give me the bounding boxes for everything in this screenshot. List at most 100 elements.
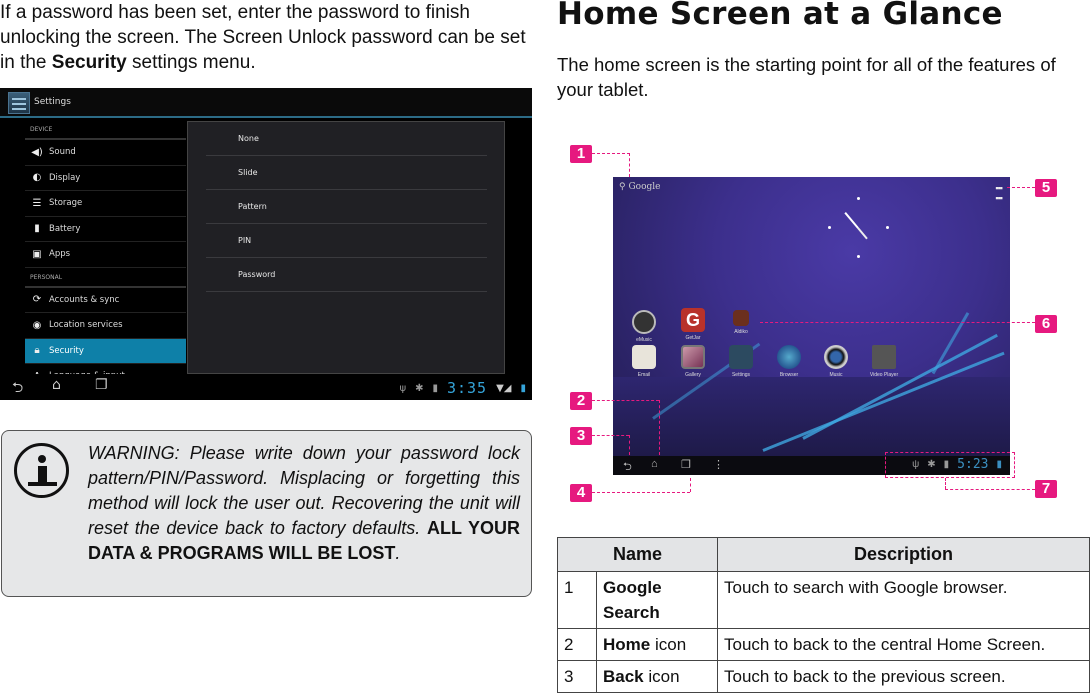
status-clock: 3:35 — [446, 379, 488, 397]
search-icon: ⚲ — [619, 182, 626, 192]
settings-item-label: Accounts & sync — [49, 294, 120, 305]
settings-item-security[interactable]: 🔒︎ Security — [25, 338, 186, 364]
app-browser[interactable]: Browser — [764, 345, 814, 378]
callout-leader — [592, 492, 690, 493]
app-aldiko[interactable]: Aldiko — [716, 310, 766, 335]
email-icon — [632, 345, 656, 369]
callout-5: 5 — [1035, 179, 1057, 197]
lock-option-pin[interactable]: PIN — [206, 224, 487, 258]
sd-card-icon: ▮ — [432, 382, 438, 394]
callout-leader — [592, 435, 629, 436]
wifi-icon: ▼◢ — [496, 382, 512, 394]
google-search-bar[interactable]: ⚲ Google — [619, 182, 660, 192]
row-description: Touch to search with Google browser. — [717, 571, 1090, 629]
callout-leader — [945, 489, 1035, 490]
home-icon[interactable]: ⌂ — [651, 458, 658, 470]
sync-icon: ⟳ — [32, 294, 42, 306]
section-header-device: DEVICE — [25, 120, 186, 140]
status-area: ψ ✱ ▮ 3:35 ▼◢ ▮ — [399, 379, 526, 397]
callout-leader — [629, 435, 630, 455]
settings-screenshot: Settings DEVICE ◀) Sound ◐ Display ☰ Storag… — [0, 88, 532, 400]
settings-item-apps[interactable]: ▣ Apps — [25, 242, 186, 268]
emusic-icon — [632, 310, 656, 334]
app-label: Aldiko — [734, 329, 748, 335]
callout-7: 7 — [1035, 480, 1057, 498]
settings-item-accounts[interactable]: ⟳ Accounts & sync — [25, 288, 186, 313]
settings-item-location[interactable]: ◉ Location services — [25, 313, 186, 339]
table-row: 2 Home icon Touch to back to the central… — [557, 628, 1090, 661]
callout-leader — [1007, 187, 1035, 188]
callout-6: 6 — [1035, 315, 1057, 333]
back-icon[interactable]: ⮌ — [12, 377, 23, 400]
app-label: Music — [829, 372, 843, 378]
table-row: 1 Google Search Touch to search with Goo… — [557, 571, 1090, 629]
app-label: Email — [637, 372, 651, 378]
app-label: Video Player — [869, 372, 899, 378]
callout-leader — [945, 478, 946, 489]
app-getjar[interactable]: G GetJar — [668, 308, 718, 341]
lock-icon: 🔒︎ — [34, 345, 40, 357]
settings-list: DEVICE ◀) Sound ◐ Display ☰ Storage ▮ Batter… — [25, 120, 186, 390]
system-bar: ⮌ ⌂ ❐ ψ ✱ ▮ 3:35 ▼◢ ▮ — [0, 374, 532, 400]
back-icon[interactable]: ⮌ — [623, 458, 632, 475]
youtube-icon — [872, 345, 896, 369]
location-icon: ◉ — [32, 319, 42, 331]
lock-option-none[interactable]: None — [206, 122, 487, 156]
settings-item-display[interactable]: ◐ Display — [25, 166, 186, 191]
music-icon — [824, 345, 848, 369]
warning-end: . — [395, 543, 401, 563]
settings-action-bar: Settings — [0, 88, 532, 118]
callout-4: 4 — [570, 484, 592, 502]
callout-leader — [690, 478, 691, 492]
row-name: Home icon — [596, 628, 718, 661]
screen-lock-dialog: None Slide Pattern PIN Password — [187, 121, 505, 374]
storage-icon: ☰ — [32, 197, 42, 209]
section-lead: The home screen is the starting point fo… — [557, 54, 1056, 100]
callout-leader — [629, 153, 630, 177]
home-screen-table: Name Description 1 Google Search Touch t… — [557, 537, 1090, 693]
app-video-player[interactable]: Video Player — [859, 345, 909, 378]
app-email[interactable]: Email — [619, 345, 669, 378]
row-name-bold: Google Search — [603, 578, 662, 622]
table-row: 3 Back icon Touch to back to the previou… — [557, 660, 1090, 693]
battery-charging-icon: ▮ — [520, 382, 526, 394]
settings-item-sound[interactable]: ◀) Sound — [25, 140, 186, 166]
app-emusic[interactable]: eMusic — [619, 310, 669, 343]
callout-3: 3 — [570, 427, 592, 445]
speaker-icon: ◀) — [31, 146, 43, 158]
app-gallery[interactable]: Gallery — [668, 345, 718, 378]
recent-apps-icon[interactable]: ❐ — [681, 458, 691, 471]
column-header-description: Description — [717, 537, 1090, 572]
settings-item-battery[interactable]: ▮ Battery — [25, 217, 186, 242]
status-area-highlight — [885, 452, 1015, 478]
settings-item-label: Security — [49, 345, 84, 356]
intro-bold: Security — [51, 52, 127, 73]
column-header-name: Name — [557, 537, 718, 572]
row-name-bold: Home — [603, 635, 651, 654]
callout-leader — [659, 400, 660, 455]
home-screen-screenshot: ⚲ Google ▪▪▪ ▪▪▪ eMusic G GetJar Aldiko Em… — [613, 177, 1010, 475]
app-settings[interactable]: Settings — [716, 345, 766, 378]
app-music[interactable]: Music — [811, 345, 861, 378]
intro-paragraph: If a password has been set, enter the pa… — [0, 0, 530, 75]
recent-apps-icon[interactable]: ❐ — [95, 377, 108, 393]
table-header-row: Name Description — [557, 537, 1090, 572]
settings-item-storage[interactable]: ☰ Storage — [25, 191, 186, 217]
callout-1: 1 — [570, 145, 592, 163]
row-name-rest: icon — [643, 667, 680, 686]
gallery-icon — [681, 345, 705, 369]
lock-option-slide[interactable]: Slide — [206, 156, 487, 190]
menu-icon[interactable]: ⋮ — [713, 458, 724, 471]
home-icon[interactable]: ⌂ — [52, 377, 61, 393]
callout-2: 2 — [570, 392, 592, 410]
settings-icon — [729, 345, 753, 369]
all-apps-icon[interactable]: ▪▪▪ ▪▪▪ — [995, 183, 1003, 203]
getjar-icon: G — [681, 308, 705, 332]
settings-item-label: Apps — [49, 249, 71, 260]
lock-option-password[interactable]: Password — [206, 258, 487, 292]
lock-option-pattern[interactable]: Pattern — [206, 190, 487, 224]
row-description: Touch to back to the previous screen. — [717, 660, 1090, 693]
warning-box: WARNING: Please write down your password… — [1, 430, 532, 597]
section-header-personal: PERSONAL — [25, 268, 186, 288]
row-description: Touch to back to the central Home Screen… — [717, 628, 1090, 661]
